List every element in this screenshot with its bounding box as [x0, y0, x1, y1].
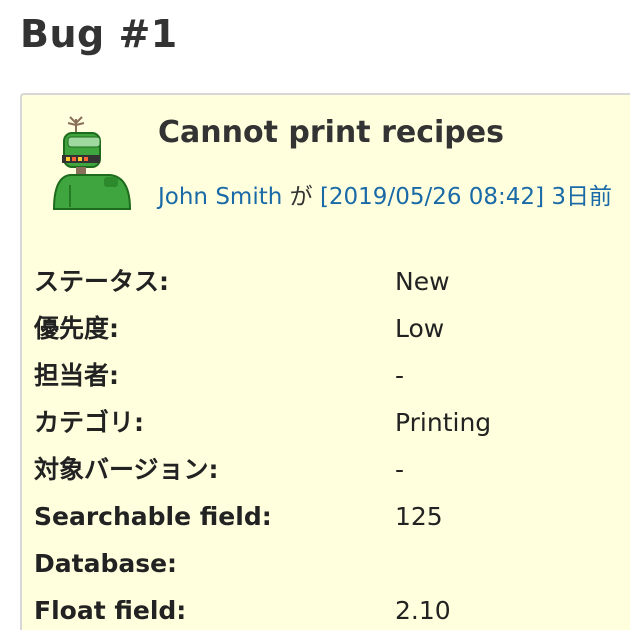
attribute-value: 2.10: [395, 596, 451, 625]
issue-author-line: John Smith が [2019/05/26 08:42] 3日前: [158, 177, 612, 211]
robot-avatar-icon: [52, 116, 132, 210]
attribute-row-database: Database:: [34, 540, 630, 587]
author-separator: が: [289, 184, 313, 210]
attribute-row-target-version: 対象バージョン: -: [34, 446, 630, 493]
issue-page: Bug #1 Cannot print recipes John Smith が…: [0, 0, 630, 630]
attribute-row-float-field: Float field: 2.10: [34, 587, 630, 630]
attribute-row-status: ステータス: New: [34, 258, 630, 305]
page-title: Bug #1: [20, 12, 178, 56]
attribute-row-assignee: 担当者: -: [34, 352, 630, 399]
attribute-value: Printing: [395, 408, 492, 437]
attribute-value: -: [395, 361, 405, 390]
attribute-label: Float field:: [34, 596, 187, 625]
issue-subject: Cannot print recipes: [158, 115, 504, 150]
issue-attributes: ステータス: New 優先度: Low 担当者: - カテゴリ: Printin…: [34, 258, 630, 630]
created-date-link[interactable]: [2019/05/26 08:42]: [320, 184, 544, 210]
attribute-value: 125: [395, 502, 443, 531]
attribute-row-searchable-field: Searchable field: 125: [34, 493, 630, 540]
attribute-label: カテゴリ:: [34, 408, 144, 437]
created-age-link[interactable]: 3日前: [551, 184, 612, 210]
attribute-row-category: カテゴリ: Printing: [34, 399, 630, 446]
attribute-label: 優先度:: [34, 314, 119, 343]
attribute-label: 対象バージョン:: [34, 455, 219, 484]
attribute-label: Database:: [34, 549, 178, 578]
attribute-value: New: [395, 267, 450, 296]
author-link[interactable]: John Smith: [158, 184, 282, 210]
attribute-value: Low: [395, 314, 445, 343]
attribute-label: 担当者:: [34, 361, 119, 390]
attribute-value: -: [395, 455, 405, 484]
issue-details-box: Cannot print recipes John Smith が [2019/…: [20, 93, 630, 630]
attribute-row-priority: 優先度: Low: [34, 305, 630, 352]
attribute-label: ステータス:: [34, 267, 169, 296]
attribute-label: Searchable field:: [34, 502, 272, 531]
